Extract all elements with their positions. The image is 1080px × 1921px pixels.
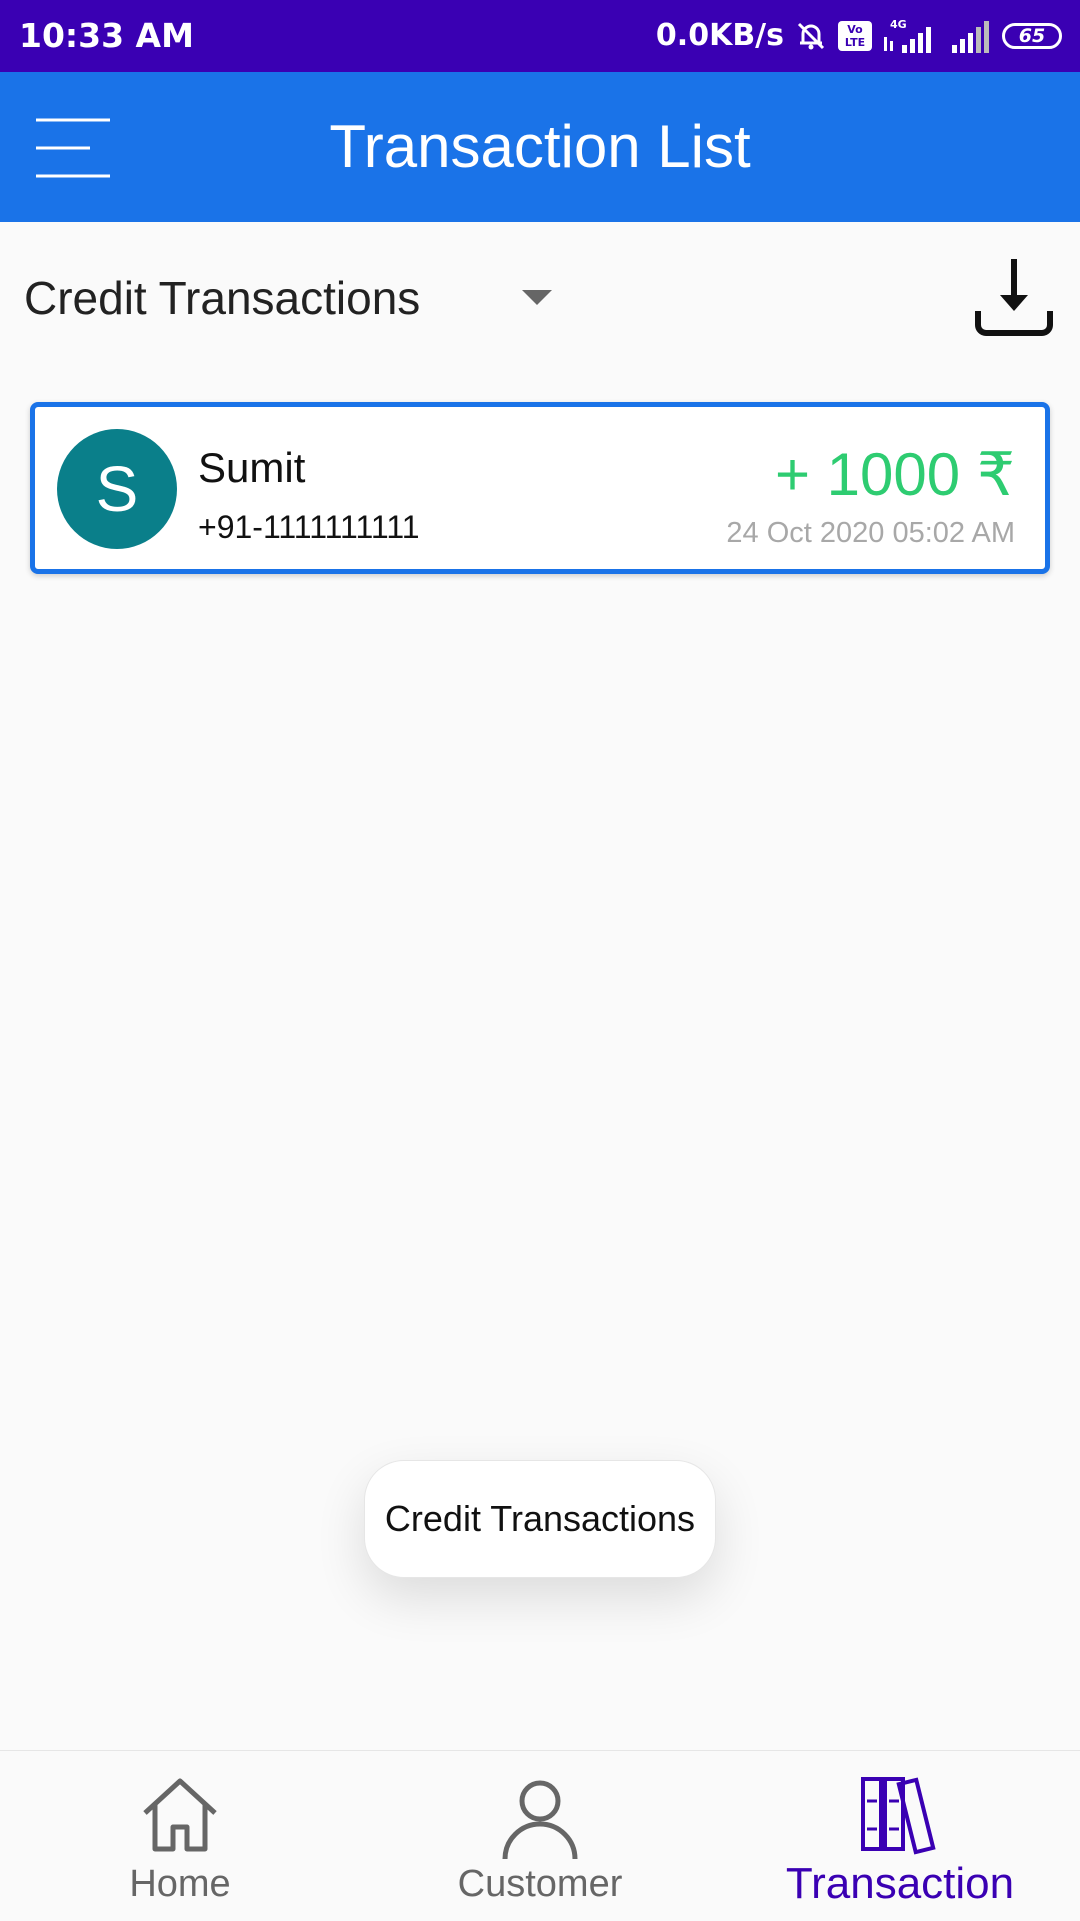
nav-item-customer[interactable]: Customer <box>360 1751 720 1921</box>
status-icons: 0.0KB/s Vo LTE 4G 65 <box>656 14 1062 58</box>
nav-item-transaction[interactable]: Transaction <box>720 1751 1080 1921</box>
app-bar: Transaction List <box>0 72 1080 222</box>
chevron-down-icon <box>522 290 552 305</box>
avatar: S <box>57 429 177 549</box>
signal-icon <box>952 21 989 53</box>
battery-level: 65 <box>1018 25 1046 47</box>
transaction-amount: + 1000 ₹ <box>774 441 1015 508</box>
nav-item-home[interactable]: Home <box>0 1751 360 1921</box>
bottom-navigation: Home Customer Transaction <box>0 1750 1080 1921</box>
download-button[interactable] <box>970 255 1060 345</box>
status-bar: 10:33 AM 0.0KB/s Vo LTE 4G 65 <box>0 0 1080 72</box>
download-icon <box>975 259 1053 336</box>
battery-icon: 65 <box>1002 23 1062 49</box>
toast-message: Credit Transactions <box>364 1460 716 1578</box>
dropdown-selected-value: Credit Transactions <box>24 272 421 324</box>
nav-label-home: Home <box>129 1863 231 1905</box>
transaction-date: 24 Oct 2020 05:02 AM <box>726 517 1015 549</box>
status-time: 10:33 AM <box>19 16 194 55</box>
volte-badge: Vo LTE <box>838 21 872 51</box>
person-icon <box>502 1780 578 1860</box>
customer-phone: +91-1111111111 <box>198 509 420 545</box>
network-type-label: 4G <box>890 18 907 31</box>
nav-label-customer: Customer <box>457 1863 623 1905</box>
customer-name: Sumit <box>198 444 306 491</box>
books-icon <box>861 1777 936 1855</box>
nav-label-transaction: Transaction <box>785 1859 1015 1908</box>
transaction-type-dropdown[interactable]: Credit Transactions <box>24 262 564 334</box>
page-title: Transaction List <box>329 113 751 180</box>
transaction-card[interactable]: S Sumit +91-1111111111 + 1000 ₹ 24 Oct 2… <box>30 402 1050 574</box>
home-icon <box>143 1778 217 1852</box>
network-speed: 0.0KB/s <box>655 18 784 53</box>
muted-bell-icon <box>797 22 825 50</box>
signal-4g-icon: 4G <box>884 18 931 53</box>
